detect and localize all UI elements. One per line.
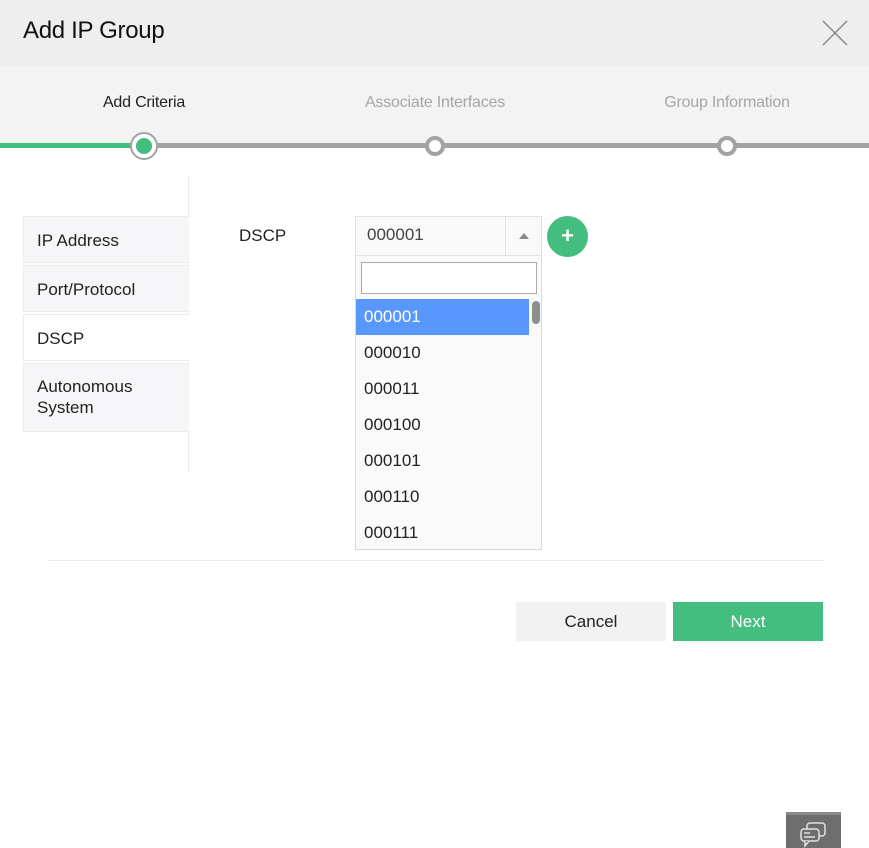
step-associate-interfaces[interactable]: Associate Interfaces: [365, 94, 505, 112]
add-criteria-button[interactable]: +: [547, 216, 588, 257]
dropdown-option[interactable]: 000101: [356, 443, 529, 479]
footer-divider: [48, 560, 823, 561]
dropdown-option[interactable]: 000100: [356, 407, 529, 443]
step-group-information[interactable]: Group Information: [664, 94, 790, 112]
dropdown-option[interactable]: 000001: [356, 299, 529, 335]
step-node-pending: [717, 136, 737, 156]
dialog-header: Add IP Group: [0, 0, 869, 66]
close-icon[interactable]: [822, 20, 848, 46]
dropdown-option[interactable]: 000111: [356, 515, 529, 549]
dropdown-options: 000001 000010 000011 000100 000101 00011…: [356, 299, 529, 549]
sidebar-item-port-protocol[interactable]: Port/Protocol: [23, 265, 189, 312]
sidebar-item-ip-address[interactable]: IP Address: [23, 216, 189, 263]
sidebar-item-autonomous-system[interactable]: Autonomous System: [23, 363, 189, 432]
cancel-button[interactable]: Cancel: [516, 602, 666, 641]
step-node-pending: [425, 136, 445, 156]
dscp-label: DSCP: [239, 226, 287, 245]
criteria-sidebar: IP Address Port/Protocol DSCP Autonomous…: [23, 216, 189, 434]
step-node-current: [130, 132, 158, 160]
dropdown-option[interactable]: 000010: [356, 335, 529, 371]
dscp-select[interactable]: 000001: [355, 216, 542, 256]
chat-bubbles-icon: [800, 822, 826, 848]
dropdown-option[interactable]: 000110: [356, 479, 529, 515]
dropdown-option[interactable]: 000011: [356, 371, 529, 407]
dropdown-scrollbar[interactable]: [532, 301, 540, 324]
dropdown-search-input[interactable]: [361, 262, 537, 294]
progress-track-complete: [0, 143, 144, 148]
dscp-dropdown: 000001 000010 000011 000100 000101 00011…: [355, 256, 542, 550]
caret-up-icon[interactable]: [505, 217, 541, 255]
wizard-stepper: Add Criteria Associate Interfaces Group …: [0, 66, 869, 146]
progress-track-pending: [144, 143, 869, 148]
dialog-title: Add IP Group: [23, 17, 165, 44]
next-button[interactable]: Next: [673, 602, 823, 641]
chat-widget-button[interactable]: [786, 812, 841, 848]
step-add-criteria[interactable]: Add Criteria: [103, 94, 185, 112]
dscp-select-value: 000001: [367, 225, 424, 244]
sidebar-item-dscp[interactable]: DSCP: [23, 314, 189, 361]
